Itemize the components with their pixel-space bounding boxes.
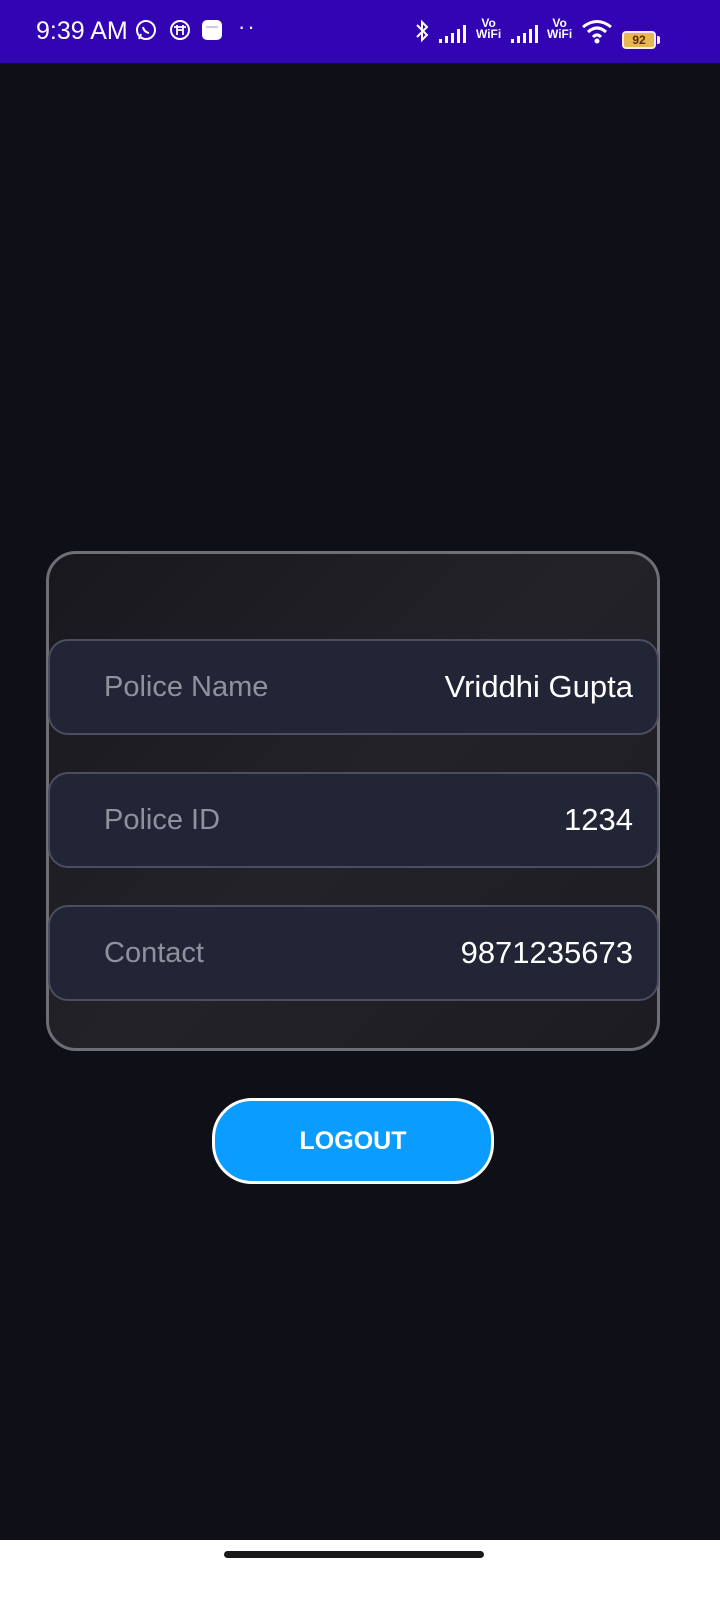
whatsapp-icon — [136, 20, 156, 40]
contact-value: 9871235673 — [460, 935, 633, 970]
contact-label: Contact — [104, 937, 204, 969]
status-time: 9:39 AM — [36, 17, 128, 45]
more-notifications-indicator: ·· — [238, 14, 257, 39]
police-name-label: Police Name — [104, 671, 269, 703]
app-icon — [202, 20, 222, 40]
police-id-row: Police ID 1234 — [48, 772, 659, 868]
wifi-icon — [582, 20, 612, 44]
police-name-row: Police Name Vriddhi Gupta — [48, 639, 659, 735]
signal-icon — [511, 25, 538, 43]
logout-button[interactable]: LOGOUT — [212, 1098, 494, 1184]
home-gesture-handle[interactable] — [224, 1551, 484, 1558]
navigation-bar — [0, 1540, 720, 1600]
police-name-value: Vriddhi Gupta — [444, 669, 633, 704]
h-circle-icon — [170, 20, 190, 40]
vowifi-indicator: Vo WiFi — [476, 16, 502, 41]
police-id-label: Police ID — [104, 804, 221, 836]
signal-icon — [439, 25, 466, 43]
profile-card: Police Name Vriddhi Gupta Police ID 1234… — [46, 551, 660, 1051]
battery-icon: 92 — [622, 31, 656, 49]
battery-tip — [657, 36, 660, 44]
police-id-value: 1234 — [564, 802, 633, 837]
vowifi-indicator: Vo WiFi — [547, 16, 573, 41]
contact-row: Contact 9871235673 — [48, 905, 659, 1001]
bluetooth-icon — [416, 19, 429, 43]
status-bar: 9:39 AM ·· Vo WiFi Vo WiFi 92 — [0, 0, 720, 63]
